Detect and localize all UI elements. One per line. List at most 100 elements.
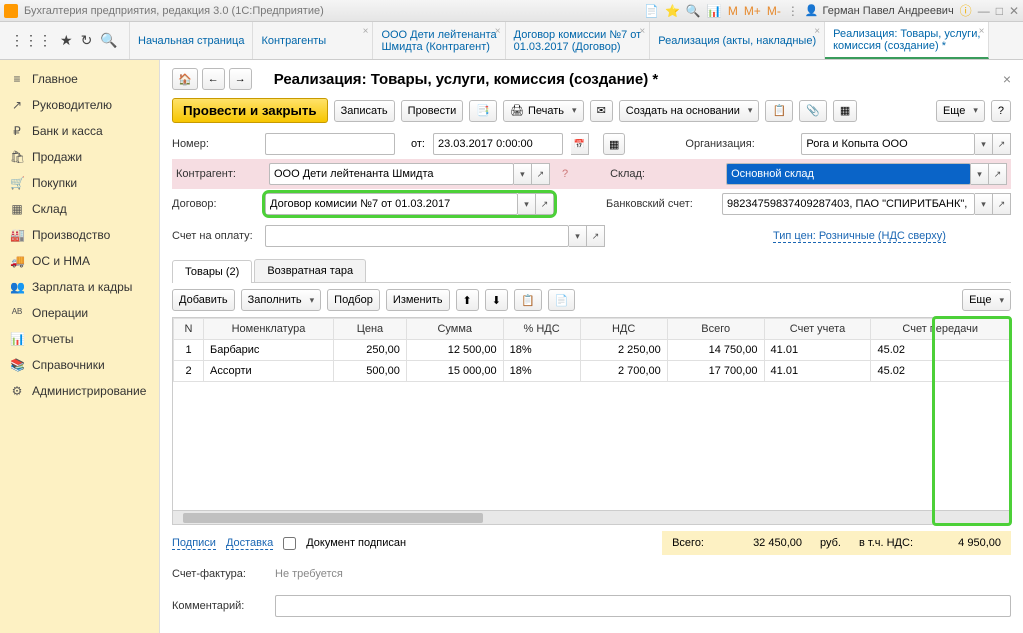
sidebar-item[interactable]: 🏭Производство xyxy=(0,222,159,248)
apps-icon[interactable]: ⋮⋮⋮ xyxy=(10,32,52,49)
app-tab[interactable]: Договор комиссии №7 от01.03.2017 (Догово… xyxy=(506,22,651,59)
close-tab-icon[interactable]: × xyxy=(979,26,985,37)
dropdown-icon[interactable]: ▾ xyxy=(514,163,532,185)
table-header[interactable]: Счет передачи xyxy=(871,319,1010,340)
paste-button[interactable]: 📄 xyxy=(548,289,576,311)
post-button[interactable]: Провести xyxy=(401,100,464,122)
open-icon[interactable]: ↗ xyxy=(587,225,605,247)
add-row-button[interactable]: Добавить xyxy=(172,289,235,311)
dropdown-icon[interactable]: ▾ xyxy=(569,225,587,247)
info-icon[interactable]: ⓘ xyxy=(960,2,972,19)
sidebar-item[interactable]: 📚Справочники xyxy=(0,352,159,378)
dropdown-icon[interactable]: ▾ xyxy=(971,163,989,185)
copy-button[interactable]: 📋 xyxy=(514,289,542,311)
app-tab[interactable]: Реализация: Товары, услуги,комиссия (соз… xyxy=(825,22,989,59)
post-and-close-button[interactable]: Провести и закрыть xyxy=(172,98,328,123)
sidebar-item[interactable]: ▦Склад xyxy=(0,196,159,222)
close-form-icon[interactable]: × xyxy=(1003,71,1011,87)
table-header[interactable]: НДС xyxy=(580,319,667,340)
sidebar-item[interactable]: ₽Банк и касса xyxy=(0,118,159,144)
m-icon[interactable]: M+ xyxy=(744,4,761,18)
table-header[interactable]: Сумма xyxy=(406,319,503,340)
goods-table[interactable]: NНоменклатураЦенаСумма% НДСНДСВсегоСчет … xyxy=(173,318,1010,382)
toolbar-icon[interactable]: ⭐ xyxy=(665,4,680,18)
user-block[interactable]: 👤 Герман Павел Андреевич xyxy=(805,4,954,17)
table-header[interactable]: Всего xyxy=(667,319,764,340)
home-button[interactable]: 🏠 xyxy=(172,68,198,90)
back-button[interactable]: ← xyxy=(202,68,225,90)
struct-button[interactable]: ▦ xyxy=(833,100,857,122)
close-tab-icon[interactable]: × xyxy=(814,26,820,37)
mode-button[interactable]: ▦ xyxy=(603,133,625,155)
bank-field[interactable]: 98234759837409287403, ПАО "СПИРИТБАНК", xyxy=(722,193,975,215)
sidebar-item[interactable]: ᴬᴮОперации xyxy=(0,300,159,326)
signatures-link[interactable]: Подписи xyxy=(172,537,216,550)
move-up-button[interactable]: ⬆ xyxy=(456,289,479,311)
table-header[interactable]: N xyxy=(174,319,204,340)
dt-button[interactable]: 📑 xyxy=(469,100,497,122)
mail-button[interactable]: ✉ xyxy=(590,100,613,122)
open-icon[interactable]: ↗ xyxy=(536,193,554,215)
table-header[interactable]: Номенклатура xyxy=(204,319,334,340)
m-icon[interactable]: M- xyxy=(767,4,781,18)
sidebar-item[interactable]: 🛒Покупки xyxy=(0,170,159,196)
toolbar-icon[interactable]: 🔍 xyxy=(686,4,701,18)
signed-checkbox[interactable] xyxy=(283,537,296,550)
app-tab[interactable]: ООО Дети лейтенантаШмидта (Контрагент)× xyxy=(373,22,505,59)
edo-button[interactable]: 📋 xyxy=(765,100,793,122)
tab-tara[interactable]: Возвратная тара xyxy=(254,259,366,282)
select-button[interactable]: Подбор xyxy=(327,289,380,311)
date-field[interactable]: 23.03.2017 0:00:00 xyxy=(433,133,563,155)
create-based-button[interactable]: Создать на основании xyxy=(619,100,760,122)
table-header[interactable]: Цена xyxy=(334,319,407,340)
close-window-icon[interactable]: ✕ xyxy=(1009,4,1019,18)
star-icon[interactable]: ★ xyxy=(60,32,73,49)
app-tab[interactable]: Реализация (акты, накладные)× xyxy=(650,22,825,59)
dropdown-icon[interactable]: ▾ xyxy=(975,193,993,215)
open-icon[interactable]: ↗ xyxy=(993,193,1011,215)
warn-icon[interactable]: ? xyxy=(562,168,568,180)
change-button[interactable]: Изменить xyxy=(386,289,450,311)
grid-more-button[interactable]: Еще xyxy=(962,289,1011,311)
calendar-icon[interactable]: 📅 xyxy=(571,133,589,155)
history-icon[interactable]: ↻ xyxy=(81,32,93,49)
sidebar-item[interactable]: 🚚ОС и НМА xyxy=(0,248,159,274)
table-header[interactable]: Счет учета xyxy=(764,319,871,340)
contract-field[interactable]: Договор комисии №7 от 01.03.2017 xyxy=(265,193,518,215)
sidebar-item[interactable]: 👥Зарплата и кадры xyxy=(0,274,159,300)
search-icon[interactable]: 🔍 xyxy=(100,32,117,49)
close-tab-icon[interactable]: × xyxy=(363,26,369,37)
sidebar-item[interactable]: 📊Отчеты xyxy=(0,326,159,352)
toolbar-icon[interactable]: ⋮ xyxy=(787,4,799,18)
comment-field[interactable] xyxy=(275,595,1011,617)
sidebar-item[interactable]: 🛍Продажи xyxy=(0,144,159,170)
price-type-link[interactable]: Тип цен: Розничные (НДС сверху) xyxy=(773,230,946,243)
sidebar-item[interactable]: ↗Руководителю xyxy=(0,92,159,118)
attach-button[interactable]: 📎 xyxy=(799,100,827,122)
close-tab-icon[interactable]: × xyxy=(495,26,501,37)
open-icon[interactable]: ↗ xyxy=(989,163,1007,185)
dropdown-icon[interactable]: ▾ xyxy=(975,133,993,155)
warehouse-field[interactable]: Основной склад xyxy=(726,163,971,185)
contr-field[interactable]: ООО Дети лейтенанта Шмидта xyxy=(269,163,514,185)
toolbar-icon[interactable]: 📊 xyxy=(707,4,722,18)
more-button[interactable]: Еще xyxy=(936,100,985,122)
app-tab[interactable]: Начальная страница xyxy=(130,22,253,59)
write-button[interactable]: Записать xyxy=(334,100,395,122)
dropdown-icon[interactable]: ▾ xyxy=(518,193,536,215)
maximize-icon[interactable]: □ xyxy=(996,4,1003,18)
app-tab[interactable]: Контрагенты× xyxy=(253,22,373,59)
close-tab-icon[interactable]: × xyxy=(639,26,645,37)
delivery-link[interactable]: Доставка xyxy=(226,537,273,550)
sidebar-item[interactable]: ⚙Администрирование xyxy=(0,378,159,404)
open-icon[interactable]: ↗ xyxy=(993,133,1011,155)
table-row[interactable]: 2Ассорти500,0015 000,0018%2 700,0017 700… xyxy=(174,361,1010,382)
number-field[interactable] xyxy=(265,133,395,155)
print-button[interactable]: 🖨 Печать xyxy=(503,100,584,122)
help-button[interactable]: ? xyxy=(991,100,1011,122)
org-field[interactable]: Рога и Копыта ООО xyxy=(801,133,975,155)
fill-button[interactable]: Заполнить xyxy=(241,289,322,311)
table-header[interactable]: % НДС xyxy=(503,319,580,340)
forward-button[interactable]: → xyxy=(229,68,252,90)
h-scrollbar[interactable] xyxy=(173,510,1010,524)
